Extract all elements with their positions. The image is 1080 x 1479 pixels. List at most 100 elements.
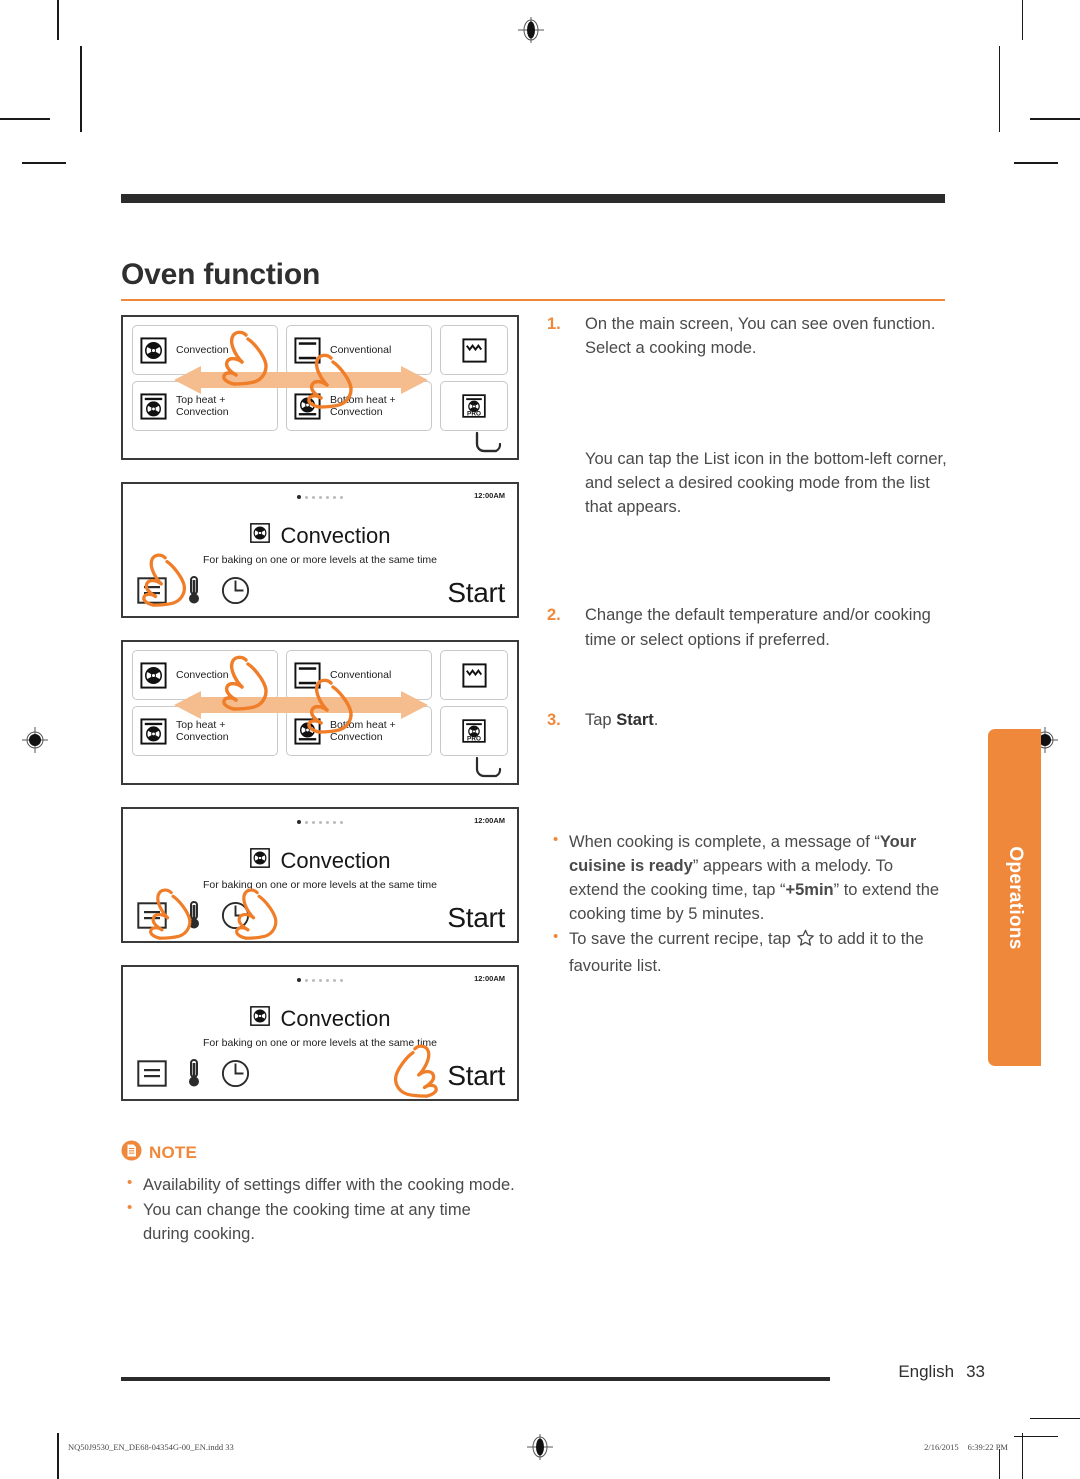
bullet-p1: To save the current recipe, tap [569, 930, 796, 949]
registration-mark [527, 1434, 553, 1460]
pro-convection-icon: PRO [461, 718, 487, 744]
footer-page-number: 33 [966, 1362, 985, 1381]
mode-cell-grill[interactable] [440, 650, 508, 700]
crop-mark [22, 162, 66, 164]
thermometer-icon[interactable] [186, 575, 202, 610]
step-3-prefix: Tap [585, 710, 617, 729]
swipe-arrow-icon [171, 365, 431, 400]
mode-cell-label: Conventional [330, 668, 392, 681]
registration-mark [518, 17, 544, 43]
step-3: 3. Tap Start. [547, 708, 947, 732]
step-text: Tap Start. [585, 708, 658, 732]
start-button[interactable]: Start [447, 578, 505, 607]
clock-icon[interactable] [221, 576, 250, 610]
clock-icon[interactable] [221, 1059, 250, 1093]
status-clock: 12:00AM [474, 973, 505, 985]
mode-cell-grill[interactable] [440, 325, 508, 375]
imprint-filename: NQ50J9530_EN_DE68-04354G-00_EN.indd 33 [68, 1442, 234, 1452]
status-clock: 12:00AM [474, 815, 505, 827]
step-1: 1. On the main screen, You can see oven … [547, 312, 947, 361]
page-dots [297, 820, 343, 824]
crop-mark [80, 46, 82, 132]
step-3-bold: Start [616, 710, 654, 729]
registration-mark [22, 727, 48, 753]
crop-mark [1014, 1435, 1058, 1437]
convection-fan-icon [249, 1005, 271, 1033]
convection-fan-icon [139, 336, 168, 365]
imprint-time: 6:39:22 PM [967, 1442, 1008, 1452]
mode-cell-pro-convection[interactable]: PRO [440, 381, 508, 431]
thermometer-icon[interactable] [186, 1058, 202, 1093]
top-heat-convection-icon [139, 717, 168, 746]
clock-hh-mm: 12:00 [474, 816, 494, 825]
manual-page: Oven function Convection Conventional To… [0, 0, 1080, 1479]
back-arrow-icon[interactable] [469, 430, 503, 456]
svg-text:PRO: PRO [467, 411, 481, 418]
start-button[interactable]: Start [447, 903, 505, 932]
note-bullet: Availability of settings differ with the… [121, 1172, 521, 1197]
mode-cell-label: Conventional [330, 343, 392, 356]
mode-title-row: Convection [123, 522, 517, 550]
screen-convection-detail-2: 12:00AM Convection For baking on one or … [121, 807, 519, 943]
clock-icon[interactable] [221, 901, 250, 935]
grill-icon [460, 336, 489, 365]
step-2: 2. Change the default temperature and/or… [547, 603, 947, 652]
imprint-date: 2/16/2015 [924, 1442, 959, 1452]
step-3-suffix: . [653, 710, 659, 729]
page-dots [297, 495, 343, 499]
instructions-column: 1. On the main screen, You can see oven … [547, 312, 947, 979]
crop-mark [57, 1433, 59, 1479]
screen-mode-list-2: Convection Conventional Top heat + Conve… [121, 640, 519, 785]
footer-language: English [898, 1362, 955, 1381]
note-header: NOTE [121, 1140, 521, 1166]
step-text: On the main screen, You can see oven fun… [585, 315, 936, 358]
note-label: NOTE [149, 1143, 198, 1162]
convection-fan-icon [139, 661, 168, 690]
conventional-icon [293, 661, 322, 690]
list-icon[interactable] [137, 576, 167, 609]
dock-row: Start [137, 575, 505, 610]
step-number: 3. [547, 710, 561, 729]
step-number-placeholder [547, 447, 585, 520]
mode-cell-label: Convection [176, 343, 229, 356]
mode-title-label: Convection [280, 848, 391, 873]
clock-meridiem: AM [493, 491, 505, 500]
right-bullet: To save the current recipe, tap to add i… [547, 926, 947, 978]
step-number: 2. [547, 606, 561, 625]
mode-title-row: Convection [123, 847, 517, 875]
back-arrow-icon[interactable] [469, 755, 503, 781]
mode-cell-pro-convection[interactable]: PRO [440, 706, 508, 756]
list-icon-note-text: You can tap the List icon in the bottom-… [585, 449, 947, 517]
crop-mark [998, 1449, 1000, 1479]
note-bullet-list: Availability of settings differ with the… [121, 1172, 521, 1246]
status-clock: 12:00AM [474, 490, 505, 502]
crop-mark [0, 118, 50, 120]
clock-hh-mm: 12:00 [474, 974, 494, 983]
conventional-icon [293, 336, 322, 365]
list-icon[interactable] [137, 1059, 167, 1092]
page-title: Oven function [121, 258, 321, 291]
screen-convection-detail-3: 12:00AM Convection For baking on one or … [121, 965, 519, 1101]
crop-mark [1021, 1433, 1023, 1479]
screen-mode-list-1: Convection Conventional Top heat + Conve… [121, 315, 519, 460]
mode-description: For baking on one or more levels at the … [202, 1037, 438, 1049]
dock-row: Start [137, 900, 505, 935]
favourite-star-icon [796, 928, 815, 954]
crop-mark [1021, 0, 1023, 40]
mode-title-label: Convection [280, 523, 391, 548]
step-text: Change the default temperature and/or co… [585, 606, 931, 649]
list-icon[interactable] [137, 901, 167, 934]
thermometer-icon[interactable] [186, 900, 202, 935]
page-dots [297, 978, 343, 982]
grill-icon [460, 661, 489, 690]
illustration-column: Convection Conventional Top heat + Conve… [121, 315, 519, 1123]
crop-mark [1030, 118, 1080, 120]
convection-fan-icon [249, 522, 271, 550]
crop-mark [57, 0, 59, 40]
pro-convection-icon: PRO [461, 393, 487, 419]
bullet-b2: +5min [785, 881, 834, 900]
convection-fan-icon [249, 847, 271, 875]
start-button[interactable]: Start [447, 1061, 505, 1090]
